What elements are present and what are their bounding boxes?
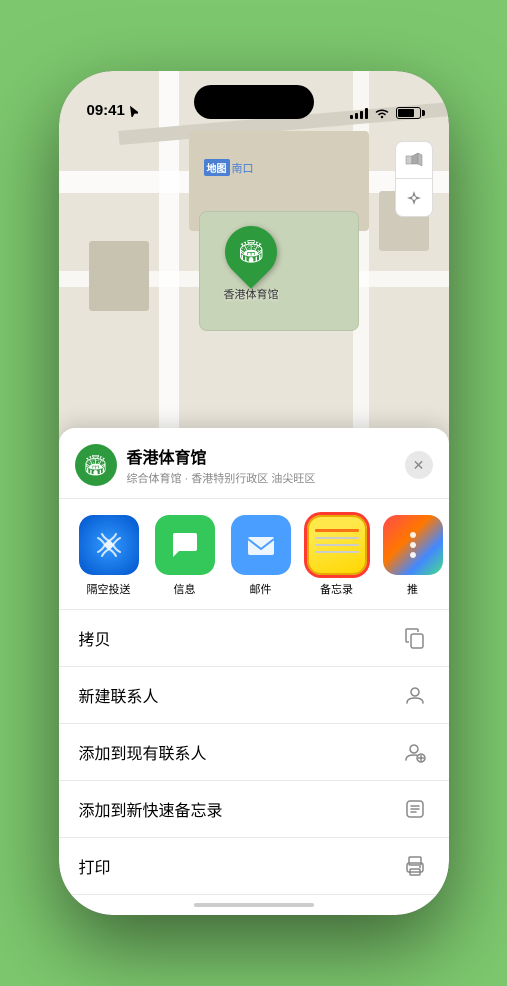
location-button[interactable] — [395, 179, 433, 217]
mail-icon — [231, 515, 291, 575]
location-indicator-icon — [128, 105, 138, 117]
new-contact-label: 新建联系人 — [79, 683, 159, 707]
share-app-more[interactable]: 推 — [383, 515, 443, 597]
dynamic-island — [194, 85, 314, 119]
status-time: 09:41 — [87, 102, 138, 119]
wifi-icon — [374, 107, 390, 119]
map-label-nankou: 地图 南口 — [204, 159, 254, 176]
action-copy[interactable]: 拷贝 — [59, 610, 449, 667]
map-type-button[interactable] — [395, 141, 433, 179]
share-apps-row: 隔空投送 信息 — [59, 499, 449, 610]
add-existing-label: 添加到现有联系人 — [79, 740, 207, 764]
home-indicator — [194, 903, 314, 907]
action-print[interactable]: 打印 — [59, 838, 449, 895]
share-app-airdrop[interactable]: 隔空投送 — [79, 515, 139, 597]
mail-label: 邮件 — [250, 581, 272, 597]
share-app-mail[interactable]: 邮件 — [231, 515, 291, 597]
messages-icon — [155, 515, 215, 575]
add-notes-icon — [401, 795, 429, 823]
bottom-sheet: 🏟 香港体育馆 综合体育馆 · 香港特别行政区 油尖旺区 ✕ — [59, 428, 449, 915]
map-controls — [395, 141, 433, 217]
share-app-messages[interactable]: 信息 — [155, 515, 215, 597]
more-label: 推 — [407, 581, 418, 597]
messages-label: 信息 — [174, 581, 196, 597]
add-notes-label: 添加到新快速备忘录 — [79, 797, 223, 821]
signal-icon — [350, 107, 368, 119]
battery-icon — [396, 107, 421, 119]
location-name: 香港体育馆 — [127, 444, 405, 468]
map-type-icon — [404, 150, 424, 170]
action-new-contact[interactable]: 新建联系人 — [59, 667, 449, 724]
location-info: 香港体育馆 综合体育馆 · 香港特别行政区 油尖旺区 — [127, 444, 405, 486]
action-add-existing[interactable]: 添加到现有联系人 — [59, 724, 449, 781]
status-icons — [350, 107, 421, 119]
print-icon — [401, 852, 429, 880]
phone-screen: 09:41 — [59, 71, 449, 915]
copy-label: 拷贝 — [79, 626, 111, 650]
notes-icon — [307, 515, 367, 575]
location-header: 🏟 香港体育馆 综合体育馆 · 香港特别行政区 油尖旺区 ✕ — [59, 428, 449, 499]
add-existing-icon — [401, 738, 429, 766]
copy-icon — [401, 624, 429, 652]
more-apps-icon — [383, 515, 443, 575]
action-add-notes[interactable]: 添加到新快速备忘录 — [59, 781, 449, 838]
location-pin: 🏟 香港体育馆 — [224, 226, 279, 302]
time-display: 09:41 — [87, 102, 125, 119]
close-button[interactable]: ✕ — [405, 451, 433, 479]
notes-label: 备忘录 — [320, 581, 353, 597]
location-icon: 🏟 — [75, 444, 117, 486]
print-label: 打印 — [79, 854, 111, 878]
location-detail: 综合体育馆 · 香港特别行政区 油尖旺区 — [127, 470, 405, 486]
airdrop-label: 隔空投送 — [87, 581, 131, 597]
compass-icon — [405, 189, 423, 207]
share-app-notes[interactable]: 备忘录 — [307, 515, 367, 597]
new-contact-icon — [401, 681, 429, 709]
phone-frame: 09:41 — [59, 71, 449, 915]
airdrop-icon — [79, 515, 139, 575]
